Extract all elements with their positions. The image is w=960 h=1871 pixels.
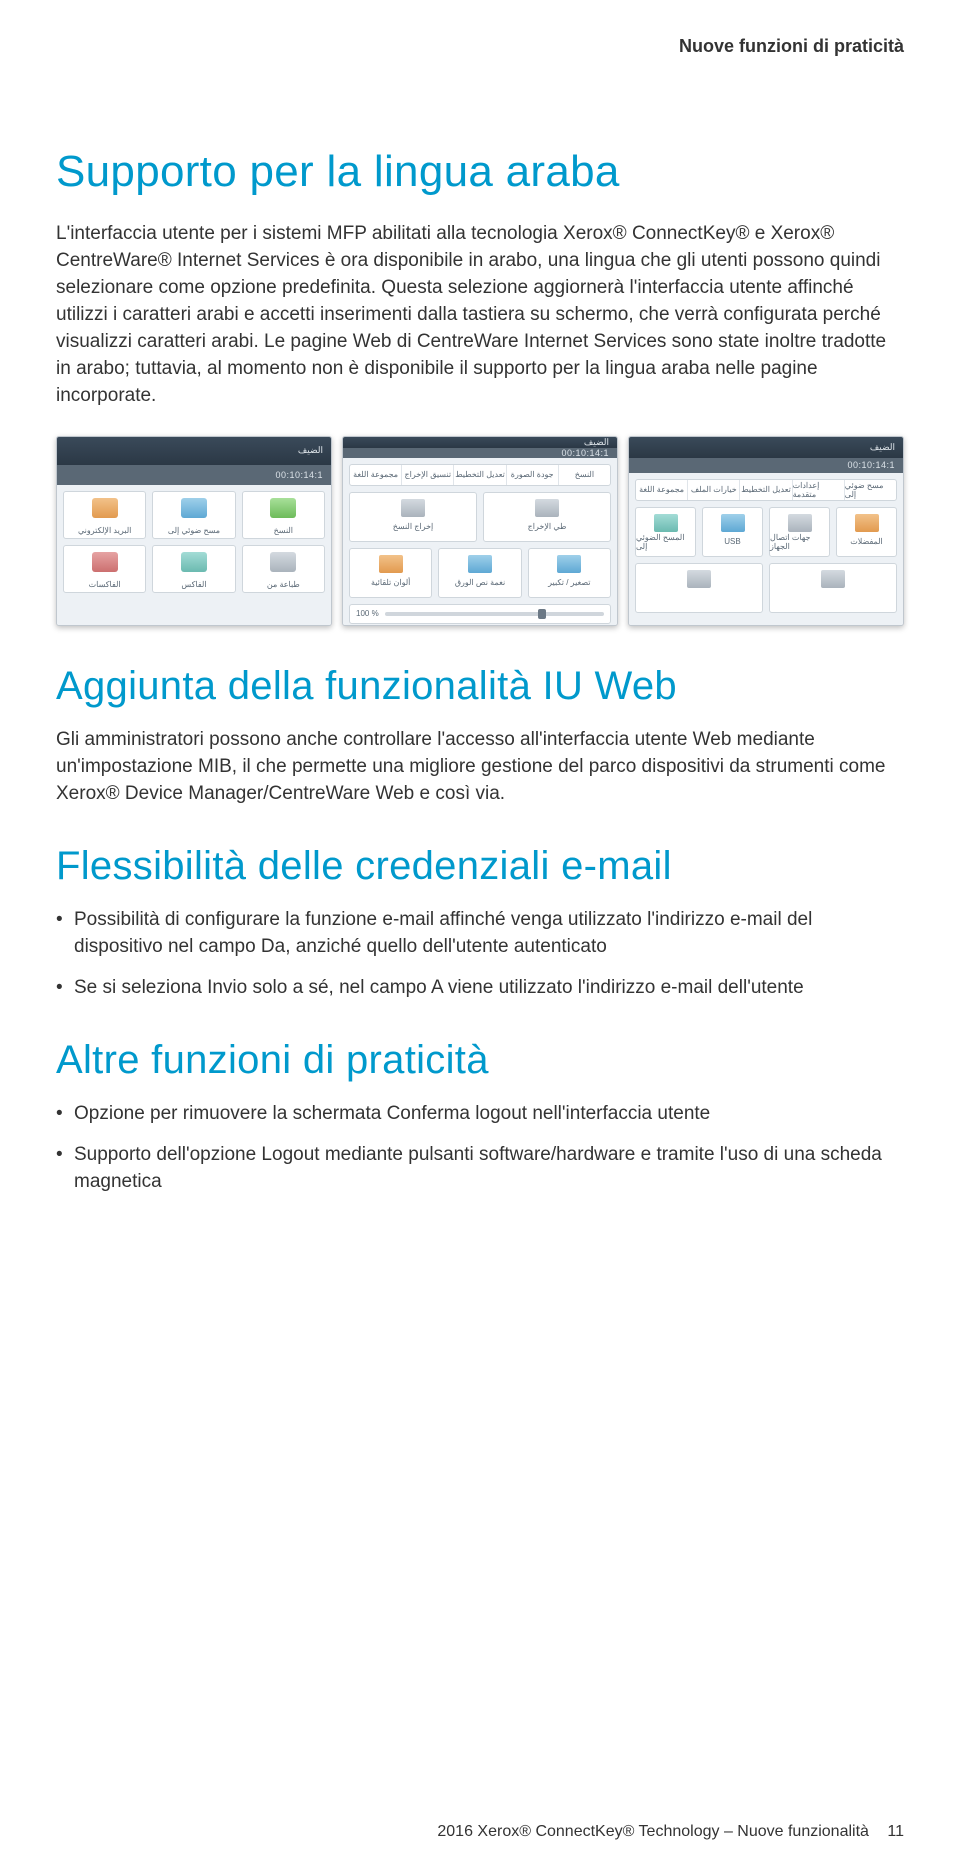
screenshot-scan: الضيف 00:10:14:1 مسح ضوئي إلى إعدادات مت… [628, 436, 904, 626]
body-arabic-support: L'interfaccia utente per i sistemi MFP a… [56, 221, 904, 410]
scan-tab-4: مجموعة اللغة [636, 480, 687, 500]
bullet-email-0: Possibilità di configurare la funzione e… [56, 907, 904, 961]
scan-btn-contacts: جهات اتصال الجهاز [769, 507, 830, 557]
scan-btn-dest-1 [769, 563, 897, 613]
copy-btn-r1-0: تصغير / تكبير [528, 548, 611, 598]
bullet-email-1: Se si seleziona Invio solo a sé, nel cam… [56, 975, 904, 1002]
tile-copy: النسخ [242, 491, 325, 539]
screenshot-home: الضيف 00:10:14:1 النسخ مسح ضوئي إلى البر… [56, 436, 332, 626]
heading-other: Altre funzioni di praticità [56, 1038, 904, 1083]
heading-web-ui: Aggiunta della funzionalità IU Web [56, 664, 904, 709]
ss1-title: الضيف [298, 445, 323, 456]
copy-btn-r2-0: ألوان تلقائية [349, 548, 432, 598]
screenshot-row: الضيف 00:10:14:1 النسخ مسح ضوئي إلى البر… [56, 436, 904, 626]
scan-btn-dest-2 [635, 563, 763, 613]
scan-btn-scan-to: المسح الضوئي إلى [635, 507, 696, 557]
page-footer: 2016 Xerox® ConnectKey® Technology – Nuo… [437, 1823, 904, 1841]
tile-email: البريد الإلكتروني [63, 491, 146, 539]
copy-tab-3: تنسيق الإخراج [401, 465, 453, 485]
ss2-sub: 00:10:14:1 [561, 448, 609, 458]
ss3-title: الضيف [870, 442, 895, 453]
list-other: Opzione per rimuovere la schermata Confe… [56, 1101, 904, 1196]
screenshot-copy: الضيف 00:10:14:1 النسخ جودة الصورة تعديل… [342, 436, 618, 626]
ss1-sub: 00:10:14:1 [275, 470, 323, 480]
copy-tab-4: مجموعة اللغة [350, 465, 401, 485]
tile-print-from: طباعة من [242, 545, 325, 593]
scan-tab-0: مسح ضوئي إلى [844, 480, 896, 500]
copy-tab-1: جودة الصورة [506, 465, 558, 485]
ss3-sub: 00:10:14:1 [847, 460, 895, 470]
copy-tab-2: تعديل التخطيط [453, 465, 505, 485]
footer-text: 2016 Xerox® ConnectKey® Technology – Nuo… [437, 1823, 869, 1840]
tile-fax: الفاكس [152, 545, 235, 593]
copy-zoom-slider: 100 % [349, 604, 611, 624]
copy-tab-0: النسخ [558, 465, 610, 485]
heading-arabic-support: Supporto per la lingua araba [56, 147, 904, 197]
tile-faxes: الفاكسات [63, 545, 146, 593]
copy-btn-r1-1: نغمة نص الورق [438, 548, 521, 598]
scan-btn-usb: USB [702, 507, 763, 557]
body-web-ui: Gli amministratori possono anche control… [56, 727, 904, 808]
page-number: 11 [887, 1823, 904, 1840]
section-header: Nuove funzioni di praticità [56, 36, 904, 57]
heading-email-creds: Flessibilità delle credenziali e-mail [56, 844, 904, 889]
bullet-other-0: Opzione per rimuovere la schermata Confe… [56, 1101, 904, 1128]
scan-tab-1: إعدادات متقدمة [792, 480, 844, 500]
copy-btn-r0-0: طي الإخراج [483, 492, 611, 542]
bullet-other-1: Supporto dell'opzione Logout mediante pu… [56, 1142, 904, 1196]
scan-btn-favorites: المفضلات [836, 507, 897, 557]
list-email-creds: Possibilità di configurare la funzione e… [56, 907, 904, 1002]
ss2-title: الضيف [584, 437, 609, 448]
copy-btn-r0-1: إخراج النسخ [349, 492, 477, 542]
scan-tab-3: خيارات الملف [687, 480, 739, 500]
scan-tab-2: تعديل التخطيط [739, 480, 791, 500]
tile-scan-to: مسح ضوئي إلى [152, 491, 235, 539]
